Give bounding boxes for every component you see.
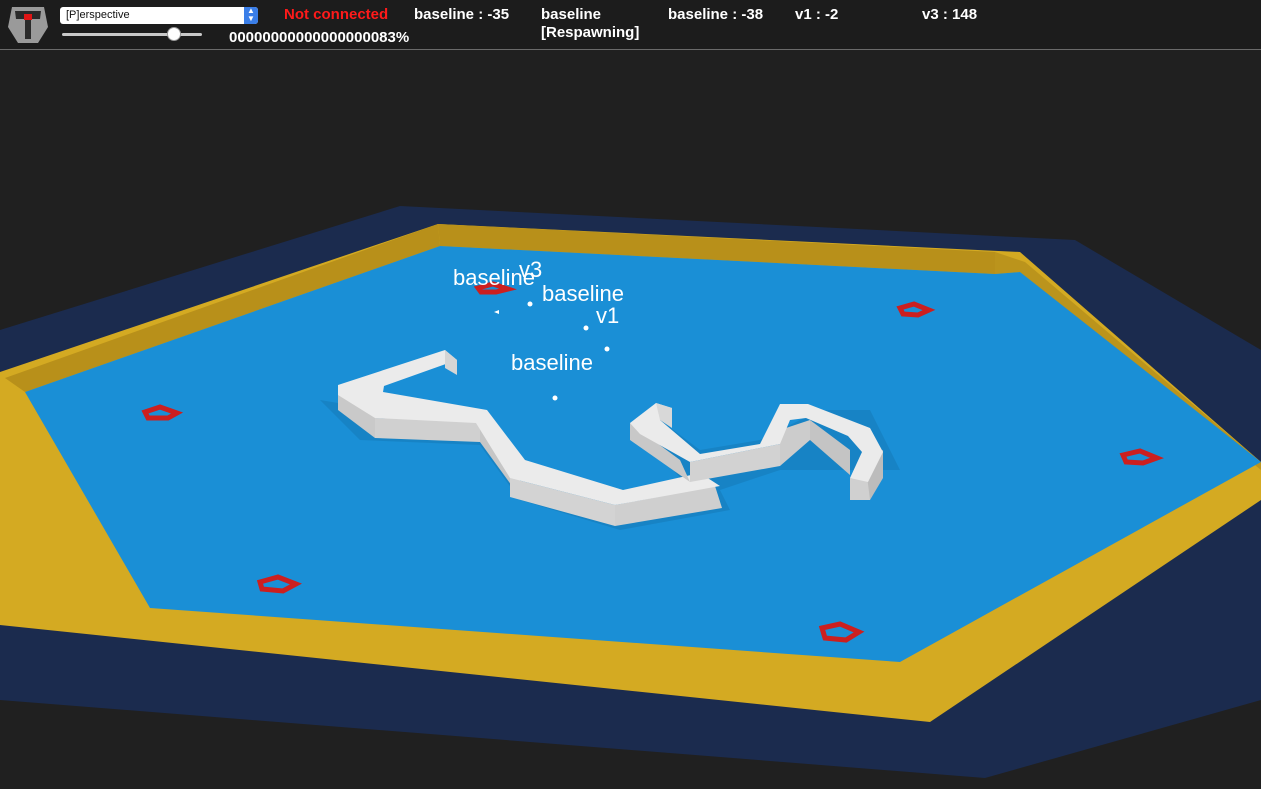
agent-dot <box>527 301 533 307</box>
agent-label: v1 <box>596 303 619 328</box>
arena-3d-view[interactable]: baseline v3 baseline v1 baseline <box>0 0 1261 789</box>
agent-dot <box>604 346 610 352</box>
zoom-slider[interactable] <box>62 27 202 41</box>
agent-label: v3 <box>519 257 542 282</box>
view-mode-select[interactable]: [P]erspective ▲ ▼ <box>60 7 258 24</box>
chevron-updown-icon: ▲ ▼ <box>244 7 258 24</box>
slider-thumb[interactable] <box>167 27 181 41</box>
slider-track <box>62 33 202 36</box>
score-entry: baseline : -35 <box>414 6 510 23</box>
agent-dot <box>583 325 589 331</box>
app-logo-icon <box>8 7 48 43</box>
agent-dot <box>552 395 558 401</box>
score-entry: baseline : -38 <box>668 6 764 23</box>
top-toolbar: [P]erspective ▲ ▼ Not connected 000000000… <box>0 0 1261 50</box>
score-entry: baseline [Respawning] : -73 <box>541 6 640 44</box>
score-entry: v3 : 148 <box>922 6 978 23</box>
progress-percent: 00000000000000000083% <box>229 29 410 46</box>
connection-status: Not connected <box>284 6 389 23</box>
game-viewport: baseline v3 baseline v1 baseline [P]ersp… <box>0 0 1261 789</box>
agent-label: baseline <box>511 350 593 375</box>
view-mode-value: [P]erspective <box>66 9 130 21</box>
score-entry: v1 : -2 <box>795 6 839 23</box>
